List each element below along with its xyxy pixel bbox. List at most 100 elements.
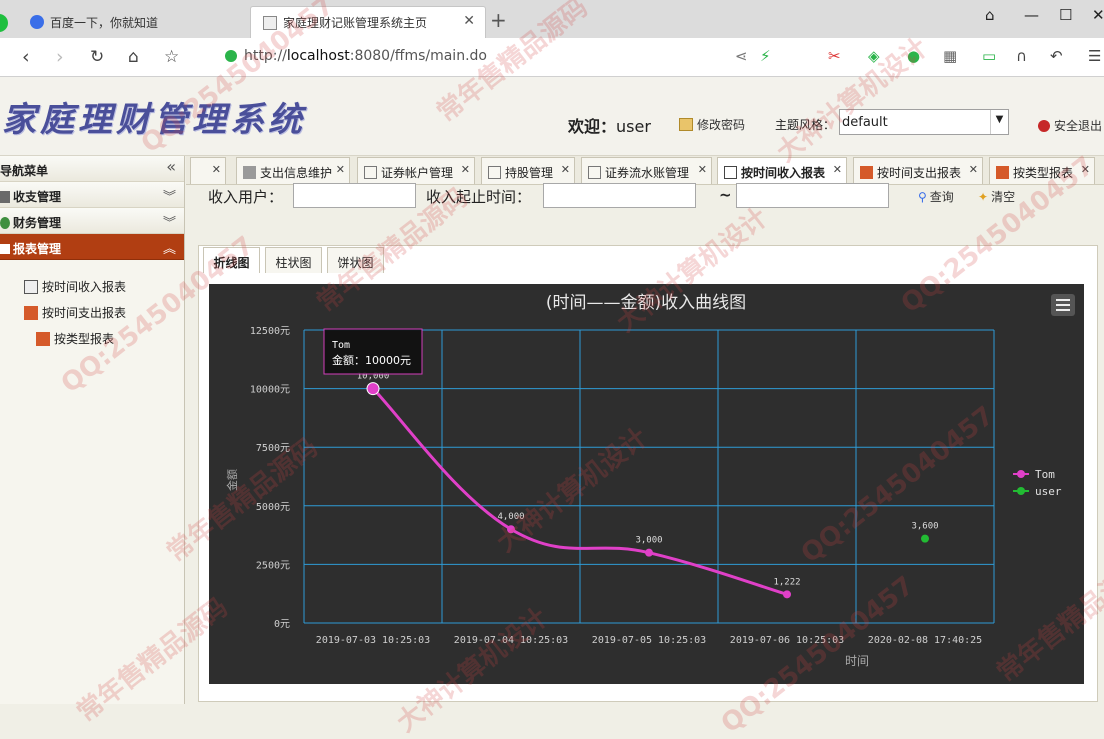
close-tab-icon[interactable]: ✕ xyxy=(463,13,475,29)
logout-label: 安全退出 xyxy=(1054,119,1103,133)
org-chart-icon xyxy=(860,166,873,179)
x-axis-label: 时间 xyxy=(845,654,869,668)
undo-icon[interactable]: ↶ xyxy=(1050,47,1063,65)
time-report-icon xyxy=(24,280,38,294)
clear-button[interactable]: ✦ 清空 xyxy=(978,188,1015,205)
y-axis-label: 金额 xyxy=(225,469,239,491)
x-tick-label: 2019-07-06 10:25:03 xyxy=(730,635,844,646)
close-tab-icon[interactable]: ✕ xyxy=(969,163,978,176)
forward-icon[interactable]: › xyxy=(56,46,64,68)
headphones-icon[interactable]: ∩ xyxy=(1016,47,1027,65)
page-tab-overflow[interactable]: ✕ xyxy=(190,157,226,184)
ledger-icon xyxy=(588,166,601,179)
reload-icon[interactable]: ↻ xyxy=(90,47,104,67)
theme-select[interactable]: default ▼ xyxy=(839,109,1009,135)
legend-marker xyxy=(1017,470,1025,478)
range-separator: ~ xyxy=(719,186,732,204)
close-tab-icon[interactable]: ✕ xyxy=(1081,163,1090,176)
browser-tab-baidu[interactable]: 百度一下，你就知道 xyxy=(18,6,248,38)
report-icon xyxy=(0,244,10,254)
y-tick-label: 12500元 xyxy=(250,326,290,337)
logout-link[interactable]: 安全退出 xyxy=(1038,117,1102,134)
org-chart-icon xyxy=(996,166,1009,179)
legend-marker xyxy=(1017,487,1025,495)
theme-label: 主题风格： xyxy=(775,118,836,132)
page-tab-income-report[interactable]: 按时间收入报表 ✕ xyxy=(717,157,847,184)
browser-tab-title: 家庭理财记账管理系统主页 xyxy=(283,16,428,30)
sidebar-group-label: 财务管理 xyxy=(13,216,62,230)
sidebar-item-expense-report[interactable]: 按时间支出报表 xyxy=(24,304,126,321)
account-icon xyxy=(364,166,377,179)
end-date-input[interactable] xyxy=(736,183,889,208)
data-point xyxy=(783,590,791,599)
browser-tab-ffms[interactable]: 家庭理财记账管理系统主页 ✕ xyxy=(250,6,486,38)
extension-icon[interactable]: ● xyxy=(907,47,920,65)
url-input[interactable]: http://localhost:8080/ffms/main.do xyxy=(222,48,487,64)
close-tab-icon[interactable]: ✕ xyxy=(698,163,707,176)
legend-entry: user xyxy=(1035,485,1062,498)
data-point xyxy=(366,382,380,396)
page-tab-label: 支出信息维护 xyxy=(260,166,333,180)
url-prefix: http:// xyxy=(244,48,287,64)
close-window-icon[interactable]: ✕ xyxy=(1092,6,1104,24)
page-tab-expense-maint[interactable]: 支出信息维护 ✕ xyxy=(236,157,350,184)
start-date-input[interactable] xyxy=(543,183,696,208)
page-tab-label: 持股管理 xyxy=(505,166,554,180)
tab-bar-chart[interactable]: 柱状图 xyxy=(265,247,322,273)
tab-pie-chart[interactable]: 饼状图 xyxy=(327,247,384,273)
shirt-skin-icon[interactable]: ⌂ xyxy=(985,6,995,24)
scissors-icon[interactable]: ✂ xyxy=(828,47,841,65)
bookmark-star-icon[interactable]: ☆ xyxy=(164,47,179,67)
data-point xyxy=(645,548,653,557)
income-line-chart: (时间——金额)收入曲线图 0元 2500元 5000元 7500元 10000元 125… xyxy=(209,284,1084,684)
close-tab-icon[interactable]: ✕ xyxy=(212,163,221,176)
chevron-down-icon: ︾ xyxy=(162,216,176,231)
lightning-icon[interactable]: ⚡ xyxy=(760,47,771,65)
page-tab-expense-report[interactable]: 按时间支出报表 ✕ xyxy=(853,157,983,184)
home-icon[interactable]: ⌂ xyxy=(128,47,139,67)
change-password-link[interactable]: 修改密码 xyxy=(679,116,745,133)
sidebar-item-type-report[interactable]: 按类型报表 xyxy=(36,330,114,347)
back-icon[interactable]: ‹ xyxy=(22,46,30,68)
chart-menu-icon[interactable] xyxy=(1051,294,1075,316)
app-logo: 家庭理财管理系统 xyxy=(2,100,306,140)
sidebar-item-income-report[interactable]: 按时间收入报表 xyxy=(24,278,126,295)
x-tick-label: 2019-07-05 10:25:03 xyxy=(592,635,706,646)
close-tab-icon[interactable]: ✕ xyxy=(336,163,345,176)
battery-icon[interactable]: ▭ xyxy=(982,47,996,65)
close-tab-icon[interactable]: ✕ xyxy=(561,163,570,176)
welcome-user: user xyxy=(616,117,651,136)
close-tab-icon[interactable]: ✕ xyxy=(833,163,842,176)
close-tab-icon[interactable]: ✕ xyxy=(461,163,470,176)
collapse-sidebar-icon[interactable]: « xyxy=(166,157,176,176)
page-tab-type-report[interactable]: 按类型报表 ✕ xyxy=(989,157,1095,184)
apps-grid-icon[interactable]: ▦ xyxy=(943,47,957,65)
sidebar-group-reports[interactable]: 报表管理 ︽ xyxy=(0,234,184,260)
menu-icon[interactable]: ☰ xyxy=(1088,47,1101,65)
page-tab-security-ledger[interactable]: 证券流水账管理 ✕ xyxy=(581,157,712,184)
tab-line-chart[interactable]: 折线图 xyxy=(203,247,260,273)
sidebar-title-label: 导航菜单 xyxy=(0,164,49,178)
y-tick-label: 5000元 xyxy=(256,502,290,513)
page-tab-label: 证券流水账管理 xyxy=(605,166,690,180)
page-tab-label: 按时间支出报表 xyxy=(877,166,962,180)
logout-icon xyxy=(1038,120,1050,132)
x-tick-label: 2020-02-08 17:40:25 xyxy=(868,635,982,646)
page-tab-label: 证券帐户管理 xyxy=(381,166,454,180)
share-icon[interactable]: ⋖ xyxy=(735,47,748,65)
y-tick-label: 0元 xyxy=(274,619,290,630)
income-user-label: 收入用户： xyxy=(208,188,284,206)
page-tab-security-account[interactable]: 证券帐户管理 ✕ xyxy=(357,157,475,184)
change-password-label: 修改密码 xyxy=(697,118,746,132)
query-button[interactable]: ⚲ 查询 xyxy=(918,188,954,205)
page-tab-holdings[interactable]: 持股管理 ✕ xyxy=(481,157,575,184)
sidebar-group-income[interactable]: 收支管理 ︾ xyxy=(0,182,184,208)
new-tab-button[interactable]: + xyxy=(490,8,507,32)
income-user-input[interactable] xyxy=(293,183,416,208)
chevron-down-icon: ︾ xyxy=(162,190,176,205)
sidebar-group-finance[interactable]: 财务管理 ︾ xyxy=(0,208,184,234)
shield-icon[interactable]: ◈ xyxy=(868,47,880,65)
maximize-icon[interactable]: ☐ xyxy=(1059,6,1072,24)
minimize-icon[interactable]: — xyxy=(1024,6,1039,24)
sidebar-title: 导航菜单 « xyxy=(0,156,184,182)
